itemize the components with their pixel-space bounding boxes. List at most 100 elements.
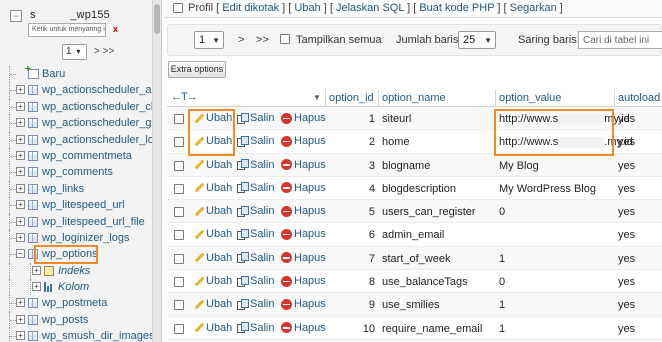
delete-row-button[interactable]: Hapus [281,252,326,264]
expand-icon[interactable]: + [16,167,25,177]
edit-row-button[interactable]: Ubah [193,275,232,287]
column-arrows-icon[interactable]: ←T→ [171,91,198,103]
delete-row-button[interactable]: Hapus [281,322,326,334]
table-page-next[interactable]: > >> [94,46,114,57]
copy-row-button[interactable]: Salin [237,135,274,147]
extra-options-button[interactable]: Extra options [168,61,226,78]
expand-icon[interactable]: + [16,101,25,111]
tree-item-table[interactable]: + wp_actionscheduler_logs [0,131,161,148]
profil-checkbox[interactable] [173,3,183,13]
tree-item-table[interactable]: + wp_smush_dir_images [0,328,155,342]
expand-icon[interactable]: + [16,216,25,226]
tree-item-table[interactable]: + wp_comments [0,164,152,181]
edit-inline-link[interactable]: Edit dikotak [222,2,279,14]
expand-icon[interactable]: + [16,200,25,210]
row-checkbox[interactable] [174,300,184,311]
edit-row-button[interactable]: Ubah [193,112,232,124]
page-number-select[interactable]: 1 ▼ [194,31,224,49]
edit-row-button[interactable]: Ubah [193,159,232,171]
row-checkbox[interactable] [174,160,184,171]
expand-icon[interactable]: − [16,249,25,259]
delete-row-button[interactable]: Hapus [281,298,326,310]
copy-row-button[interactable]: Salin [237,322,274,334]
copy-row-button[interactable]: Salin [237,112,274,124]
row-checkbox[interactable] [174,137,184,148]
tree-item-table[interactable]: + wp_actionscheduler_claims [0,98,161,116]
copy-row-button[interactable]: Salin [237,252,274,264]
row-checkbox[interactable] [174,207,184,218]
database-name[interactable]: s _wp155 [30,9,110,21]
copy-row-button[interactable]: Salin [237,159,274,171]
clear-filter-icon[interactable]: x [113,24,118,34]
copy-row-button[interactable]: Salin [237,205,274,217]
row-checkbox[interactable] [174,230,184,241]
tree-item-table[interactable]: + wp_links [0,180,152,198]
collapse-icon[interactable]: − [10,10,22,22]
column-header-option-name[interactable]: option_name [382,92,446,104]
row-checkbox[interactable] [174,323,184,334]
tree-item-table[interactable]: + wp_posts [0,311,152,329]
filter-rows-input[interactable]: Cari di tabel ini [578,31,662,49]
expand-icon[interactable]: + [16,85,25,95]
explain-sql-link[interactable]: Jelaskan SQL [336,2,404,14]
expand-icon[interactable]: + [32,265,41,275]
delete-row-button[interactable]: Hapus [281,159,326,171]
expand-icon[interactable]: + [32,282,41,292]
edit-query-link[interactable]: Ubah [294,2,320,14]
expand-icon[interactable]: + [16,232,25,242]
expand-icon[interactable]: + [16,298,25,308]
tree-item-table[interactable]: − wp_options [0,245,152,265]
expand-icon[interactable]: + [16,331,25,341]
copy-row-button[interactable]: Salin [237,228,274,240]
delete-row-button[interactable]: Hapus [281,275,326,287]
edit-row-button[interactable]: Ubah [193,205,232,217]
edit-row-button[interactable]: Ubah [193,182,232,194]
tree-item-subnode[interactable]: + Kolom [0,279,152,296]
tree-item-table[interactable]: + wp_litespeed_url [0,197,152,214]
table-filter-input[interactable]: Ketik untuk menyaring ini [28,23,106,37]
copy-row-button[interactable]: Salin [237,182,274,194]
row-checkbox[interactable] [174,253,184,264]
expand-icon[interactable]: + [16,183,25,193]
tree-item-subnode[interactable]: + Indeks [0,262,152,280]
delete-row-button[interactable]: Hapus [281,228,326,240]
tree-item-new[interactable]: Baru [0,64,152,83]
tree-item-table[interactable]: + wp_loginizer_logs [0,229,152,247]
edit-row-button[interactable]: Ubah [193,298,232,310]
row-checkbox[interactable] [174,183,184,194]
rows-per-page-select[interactable]: 25 ▼ [458,31,496,49]
column-header-option-id[interactable]: option_id [329,92,374,104]
show-all-checkbox-box[interactable] [280,34,290,45]
expand-icon[interactable]: + [16,118,25,128]
expand-icon[interactable]: + [16,150,25,160]
show-all-checkbox[interactable] [280,33,290,45]
copy-row-button[interactable]: Salin [237,275,274,287]
create-php-code-link[interactable]: Buat kode PHP [419,2,494,14]
next-page-button[interactable]: > [238,34,244,46]
edit-row-button[interactable]: Ubah [193,322,232,334]
tree-item-table[interactable]: + wp_commentmeta [0,147,152,165]
edit-row-button[interactable]: Ubah [193,228,232,240]
edit-row-button[interactable]: Ubah [193,252,232,264]
delete-row-button[interactable]: Hapus [281,112,326,124]
refresh-link[interactable]: Segarkan [510,2,557,14]
row-checkbox[interactable] [174,277,184,288]
copy-row-button[interactable]: Salin [237,298,274,310]
table-page-select[interactable]: 1 ▾ [62,44,87,60]
column-header-autoload[interactable]: autoload [618,92,660,104]
delete-row-button[interactable]: Hapus [281,205,326,217]
delete-row-button[interactable]: Hapus [281,182,326,194]
tree-item-table[interactable]: + wp_actionscheduler_groups [0,115,161,132]
edit-row-button[interactable]: Ubah [193,135,232,147]
delete-row-button[interactable]: Hapus [281,135,326,147]
expand-icon[interactable]: + [16,314,25,324]
tree-item-table[interactable]: + wp_actionscheduler_actions [0,82,161,99]
last-page-button[interactable]: >> [256,34,269,46]
sidebar-scrollbar[interactable] [152,0,161,342]
column-header-option-value[interactable]: option_value [499,92,561,104]
tree-item-table[interactable]: + wp_postmeta [0,295,152,312]
expand-icon[interactable]: + [16,134,25,144]
row-checkbox[interactable] [174,114,184,124]
scrollbar-thumb[interactable] [154,4,160,34]
tree-item-table[interactable]: + wp_litespeed_url_file [0,213,152,230]
